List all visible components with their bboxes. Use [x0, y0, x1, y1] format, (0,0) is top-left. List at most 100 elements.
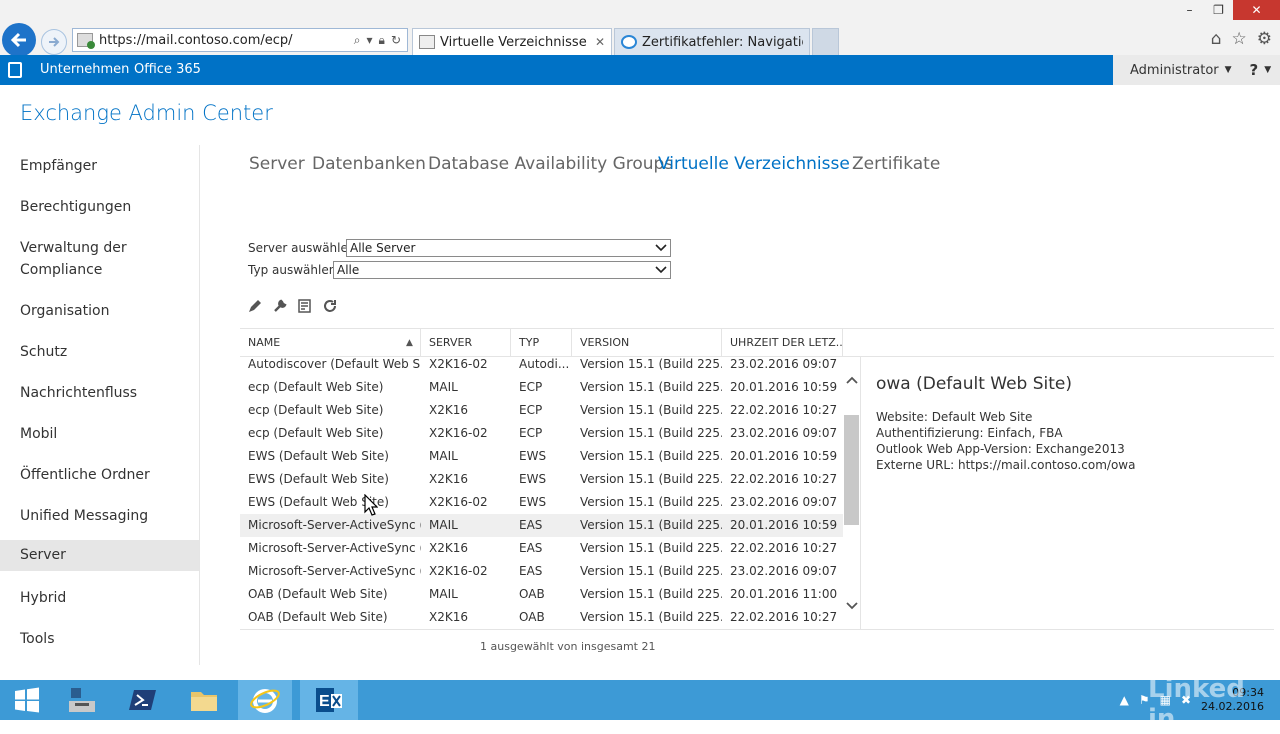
- office-logo-icon[interactable]: [8, 62, 22, 78]
- table-row[interactable]: Microsoft-Server-ActiveSync (... MAIL EAS V…: [240, 514, 843, 537]
- minimize-button[interactable]: –: [1175, 0, 1204, 20]
- table-row[interactable]: OAB (Default Web Site) X2K16 OAB Version 15…: [240, 606, 843, 629]
- cell-version: Version 15.1 (Build 225....: [580, 541, 722, 555]
- refresh-icon[interactable]: [322, 298, 338, 314]
- nav-item-servers[interactable]: Server: [0, 540, 199, 571]
- tab-servers[interactable]: Server: [249, 154, 305, 174]
- table-row[interactable]: EWS (Default Web Site) X2K16 EWS Version 15…: [240, 468, 843, 491]
- nav-item-public-folders[interactable]: Öffentliche Ordner: [0, 464, 199, 486]
- table-row[interactable]: ecp (Default Web Site) MAIL ECP Version 15.…: [240, 376, 843, 399]
- cell-last-modified: 23.02.2016 09:07: [730, 357, 838, 371]
- grid-scrollbar[interactable]: [843, 357, 860, 629]
- restore-button[interactable]: ❐: [1204, 0, 1233, 20]
- chevron-up-icon[interactable]: ▲: [1120, 693, 1129, 707]
- cell-server: MAIL: [429, 518, 458, 532]
- cell-last-modified: 23.02.2016 09:07: [730, 426, 838, 440]
- type-select[interactable]: Alle: [333, 261, 671, 279]
- mouse-cursor-icon: [364, 494, 378, 516]
- sort-ascending-icon: ▲: [406, 338, 413, 348]
- tab-certificates[interactable]: Zertifikate: [852, 154, 940, 174]
- divider: [860, 357, 861, 629]
- cell-server: X2K16: [429, 472, 468, 486]
- nav-item-organization[interactable]: Organisation: [0, 300, 199, 322]
- dropdown-icon[interactable]: ▾: [367, 33, 373, 48]
- cell-last-modified: 22.02.2016 10:27: [730, 541, 838, 555]
- search-icon[interactable]: ⌕: [354, 33, 361, 48]
- reload-icon[interactable]: ↻: [391, 33, 401, 48]
- nav-item-unified-messaging[interactable]: Unified Messaging: [0, 505, 199, 527]
- table-row[interactable]: ecp (Default Web Site) X2K16 ECP Version 15…: [240, 399, 843, 422]
- favorites-star-icon[interactable]: ☆: [1232, 29, 1247, 49]
- cell-version: Version 15.1 (Build 225....: [580, 426, 722, 440]
- back-button[interactable]: [2, 23, 36, 57]
- column-header-name[interactable]: NAME: [240, 329, 421, 357]
- grid-toolbar: [247, 298, 338, 314]
- table-row[interactable]: Microsoft-Server-ActiveSync (... X2K16-02…: [240, 560, 843, 583]
- server-select[interactable]: Alle Server: [346, 239, 671, 257]
- page-title: Exchange Admin Center: [20, 101, 273, 125]
- chevron-up-icon[interactable]: [843, 373, 860, 387]
- cell-server: X2K16: [429, 610, 468, 624]
- nav-item-recipients[interactable]: Empfänger: [0, 155, 199, 177]
- tab-virtual-directories[interactable]: Virtuelle Verzeichnisse: [658, 154, 850, 174]
- nav-item-permissions[interactable]: Berechtigungen: [0, 196, 199, 218]
- help-button[interactable]: ?: [1250, 61, 1259, 79]
- lock-icon[interactable]: 🔒︎: [379, 33, 385, 48]
- edit-icon[interactable]: [247, 298, 263, 314]
- folder-icon: [191, 692, 217, 711]
- cell-server: X2K16: [429, 541, 468, 555]
- suite-link-office365[interactable]: Office 365: [134, 62, 201, 77]
- column-header-last-modified[interactable]: UHRZEIT DER LETZ...: [722, 329, 843, 357]
- server-manager-button[interactable]: [55, 680, 109, 720]
- column-header-type[interactable]: TYP: [511, 329, 572, 357]
- chevron-down-icon[interactable]: [843, 599, 860, 613]
- internet-explorer-button[interactable]: [238, 680, 292, 720]
- nav-item-protection[interactable]: Schutz: [0, 341, 199, 363]
- page-icon: [419, 35, 435, 49]
- powershell-icon: [129, 690, 156, 710]
- column-header-server[interactable]: SERVER: [421, 329, 511, 357]
- cell-name: ecp (Default Web Site): [248, 380, 384, 394]
- nav-item-mail-flow[interactable]: Nachrichtenfluss: [0, 382, 199, 404]
- user-menu[interactable]: Administrator ▼ ? ▼: [1113, 55, 1280, 85]
- file-explorer-button[interactable]: [177, 680, 231, 720]
- address-url[interactable]: https://mail.contoso.com/ecp/: [99, 33, 354, 48]
- nav-item-compliance[interactable]: Verwaltung der Compliance: [0, 237, 130, 281]
- office-suite-bar: Unternehmen Office 365 Administrator ▼ ?…: [0, 55, 1280, 85]
- suite-link-enterprise[interactable]: Unternehmen: [40, 62, 129, 77]
- table-row[interactable]: EWS (Default Web Site) X2K16-02 EWS Version…: [240, 491, 843, 514]
- address-bar[interactable]: https://mail.contoso.com/ecp/ ⌕ ▾ 🔒︎ ↻: [72, 28, 408, 52]
- nav-item-hybrid[interactable]: Hybrid: [0, 587, 199, 609]
- table-row[interactable]: EWS (Default Web Site) MAIL EWS Version 15.…: [240, 445, 843, 468]
- tab-dag[interactable]: Database Availability Groups: [428, 154, 673, 174]
- table-row[interactable]: OAB (Default Web Site) MAIL OAB Version 15.…: [240, 583, 843, 606]
- scrollbar-thumb[interactable]: [844, 415, 859, 525]
- tab-virtual-directories[interactable]: Virtuelle Verzeichnisse - Mic... ✕: [412, 28, 612, 55]
- nav-item-mobile[interactable]: Mobil: [0, 423, 199, 445]
- exchange-shell-button[interactable]: E: [300, 680, 358, 720]
- nav-item-tools[interactable]: Tools: [0, 628, 199, 650]
- tab-certificate-error[interactable]: Zertifikatfehler: Navigation wu...: [614, 28, 810, 55]
- close-tab-icon[interactable]: ✕: [595, 35, 605, 49]
- table-row[interactable]: Microsoft-Server-ActiveSync (... X2K16 EAS…: [240, 537, 843, 560]
- home-icon[interactable]: ⌂: [1211, 29, 1222, 49]
- cell-type: Autodi...: [519, 357, 570, 371]
- reset-icon[interactable]: [297, 298, 313, 314]
- tab-databases[interactable]: Datenbanken: [312, 154, 426, 174]
- cell-name: OAB (Default Web Site): [248, 610, 388, 624]
- forward-button[interactable]: [41, 29, 67, 55]
- wrench-icon[interactable]: [272, 298, 288, 314]
- settings-gear-icon[interactable]: ⚙: [1257, 29, 1272, 49]
- new-tab-button[interactable]: [812, 28, 839, 55]
- grid-body: Autodiscover (Default Web Si... X2K16-02 A…: [240, 357, 843, 629]
- column-header-version[interactable]: VERSION: [572, 329, 722, 357]
- table-row[interactable]: ecp (Default Web Site) X2K16-02 ECP Version…: [240, 422, 843, 445]
- divider: [240, 629, 1274, 630]
- user-name[interactable]: Administrator: [1130, 63, 1219, 78]
- close-window-button[interactable]: ✕: [1233, 0, 1280, 20]
- cell-version: Version 15.1 (Build 225....: [580, 403, 722, 417]
- table-row[interactable]: Autodiscover (Default Web Si... X2K16-02 A…: [240, 357, 843, 376]
- chevron-down-icon: ▼: [1264, 65, 1272, 75]
- powershell-button[interactable]: [116, 680, 170, 720]
- start-button[interactable]: [0, 680, 54, 720]
